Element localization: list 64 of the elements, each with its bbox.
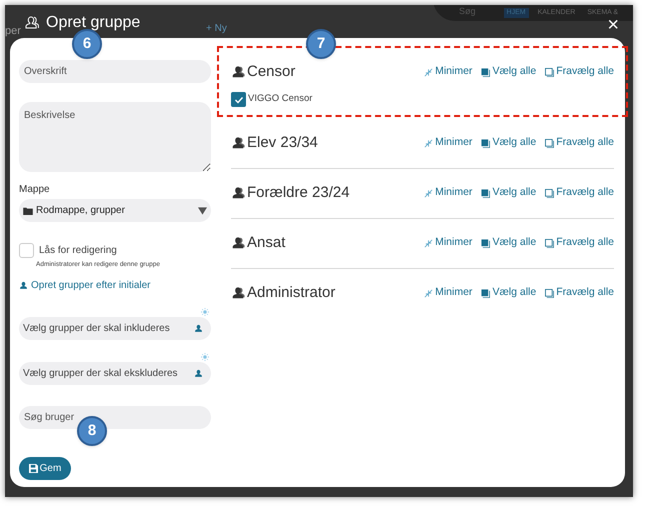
empty-square-icon [545, 238, 554, 248]
exclude-field[interactable]: Vælg grupper der skal ekskluderes [19, 362, 211, 385]
title-field[interactable]: Overskrift [19, 60, 211, 83]
new-link[interactable]: + Ny [206, 23, 227, 35]
filled-square-icon [481, 188, 490, 198]
select-all-link[interactable]: Vælg alle [481, 185, 536, 201]
description-field[interactable]: Beskrivelse [19, 102, 211, 172]
deselect-all-link[interactable]: Fravælg alle [545, 235, 614, 251]
folder-label: Mappe [19, 183, 51, 197]
minimize-link[interactable]: Minimer [424, 285, 472, 301]
folder-select[interactable]: Rodmappe, grupper [19, 199, 211, 222]
lock-label: Lås for redigering [39, 244, 117, 258]
select-all-link[interactable]: Vælg alle [481, 235, 536, 251]
people-icon [231, 236, 245, 250]
dropdown-triangle-icon [198, 206, 207, 214]
empty-square-icon [545, 68, 554, 76]
include-field[interactable]: Vælg grupper der skal inkluderes [19, 316, 211, 340]
group-name: Ansat [247, 232, 286, 253]
deselect-all-link[interactable]: Fravælg alle [545, 64, 614, 80]
close-button[interactable]: × [607, 17, 619, 33]
empty-square-icon [545, 288, 554, 298]
collapse-arrows-icon [424, 188, 434, 198]
filled-square-icon [481, 238, 490, 248]
collapse-arrows-icon [424, 138, 434, 148]
save-button[interactable]: Gem [19, 456, 71, 480]
initials-link[interactable]: Opret grupper efter initialer [19, 278, 211, 293]
deselect-all-link[interactable]: Fravælg alle [545, 185, 614, 201]
filled-square-icon [481, 68, 490, 76]
minimize-link[interactable]: Minimer [424, 64, 472, 80]
collapse-arrows-icon [424, 68, 434, 76]
member-label: VIGGO Censor [248, 92, 312, 106]
people-outline-icon [24, 15, 40, 31]
filled-square-icon [481, 138, 490, 148]
member-checkbox[interactable] [231, 92, 246, 107]
group-name: Administrator [247, 282, 336, 303]
collapse-arrows-icon [424, 238, 434, 248]
page-heading: per [5, 25, 21, 38]
select-all-link[interactable]: Vælg alle [481, 135, 536, 151]
lightbulb-icon [201, 308, 209, 316]
filled-square-icon [481, 288, 490, 298]
empty-square-icon [545, 188, 554, 198]
minimize-link[interactable]: Minimer [424, 235, 472, 251]
person-icon [194, 324, 203, 333]
people-icon [231, 186, 245, 200]
deselect-all-link[interactable]: Fravælg alle [545, 285, 614, 301]
group-name: Elev 23/34 [247, 132, 319, 153]
deselect-all-link[interactable]: Fravælg alle [545, 135, 614, 151]
lightbulb-icon [201, 352, 209, 361]
select-all-link[interactable]: Vælg alle [481, 285, 536, 301]
people-icon [231, 65, 245, 79]
select-all-link[interactable]: Vælg alle [481, 64, 536, 80]
minimize-link[interactable]: Minimer [424, 135, 472, 151]
people-icon [231, 136, 245, 150]
minimize-link[interactable]: Minimer [424, 185, 472, 201]
group-name: Forældre 23/24 [247, 182, 351, 203]
person-icon [194, 368, 203, 378]
person-icon [19, 280, 28, 290]
group-name: Censor [247, 62, 296, 82]
folder-icon [23, 206, 33, 214]
checkmark-icon [234, 94, 244, 104]
lock-checkbox[interactable] [19, 243, 34, 258]
collapse-arrows-icon [424, 288, 434, 298]
empty-square-icon [545, 138, 554, 148]
people-icon [231, 286, 245, 300]
